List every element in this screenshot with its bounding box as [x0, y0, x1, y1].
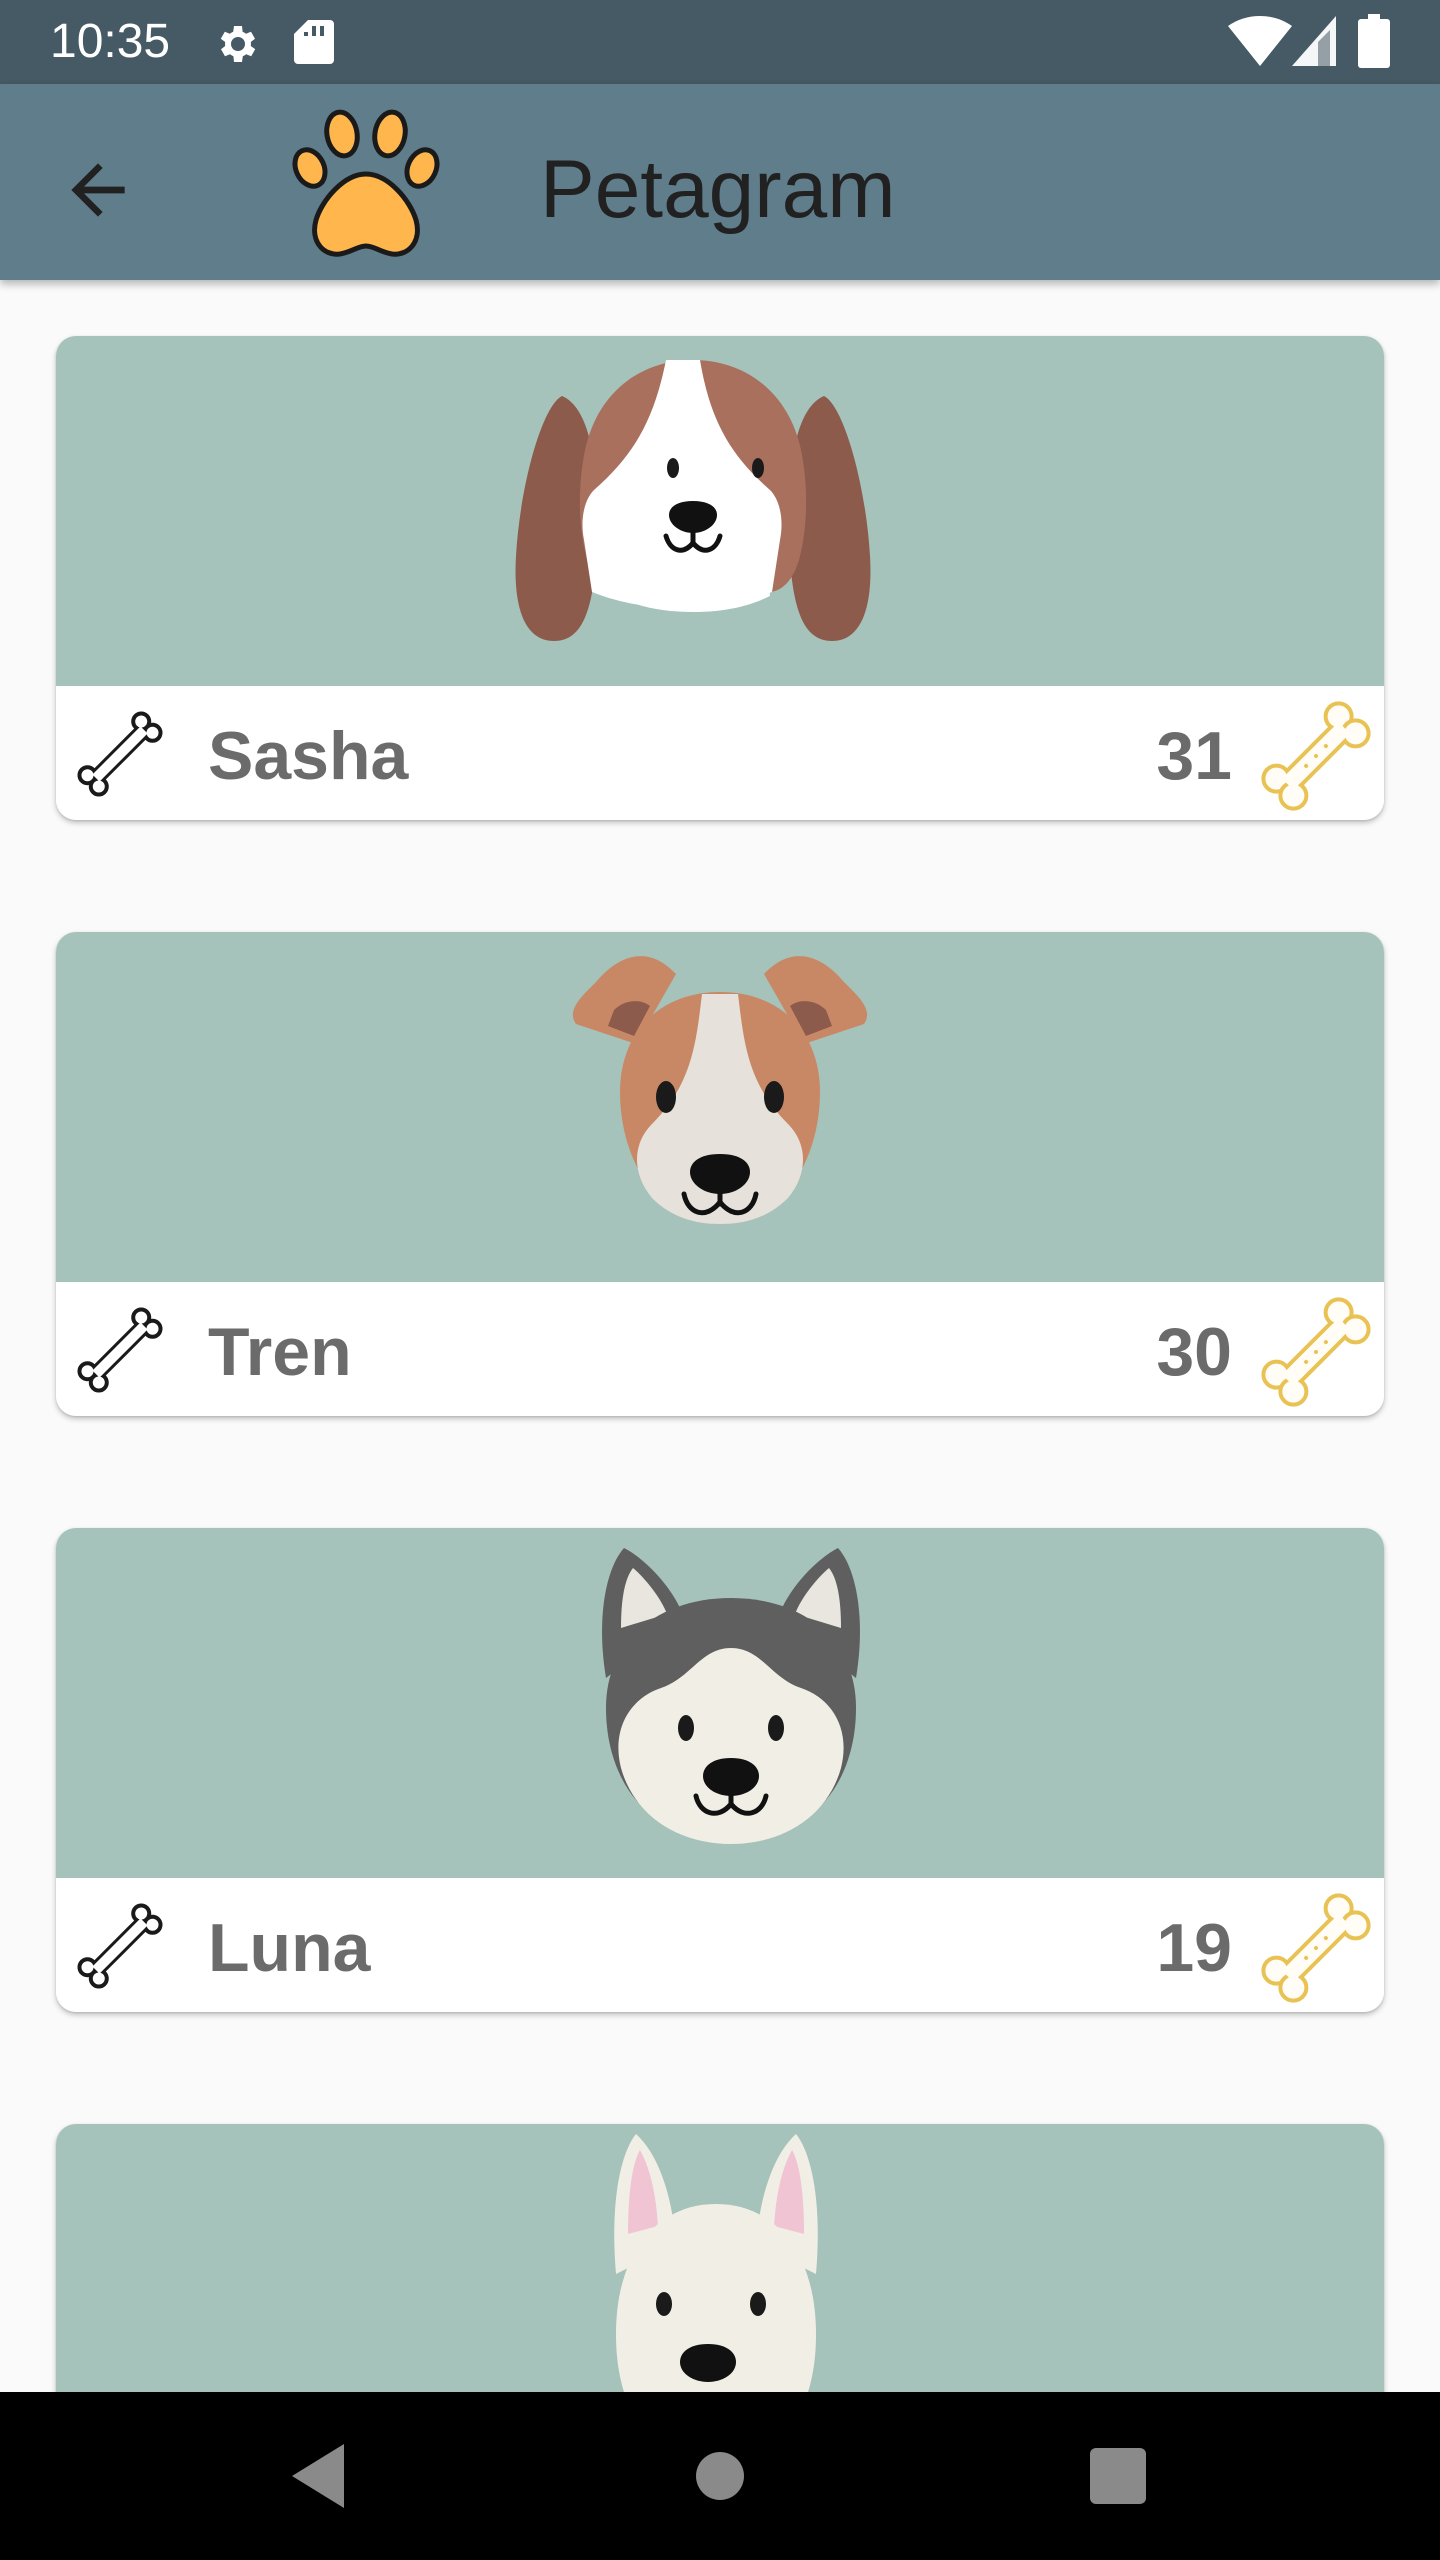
recents-square-icon[interactable]	[1078, 2436, 1158, 2516]
arrow-back-icon[interactable]	[58, 150, 138, 230]
rate-bone-button[interactable]	[70, 1300, 170, 1400]
battery-icon	[1358, 14, 1390, 68]
pet-likes-count: 31	[1156, 718, 1232, 794]
pet-image	[56, 1528, 1384, 1878]
pet-card-footer: Tren 30	[56, 1282, 1384, 1416]
pet-likes-count: 30	[1156, 1314, 1232, 1390]
pet-card-footer: Luna 19	[56, 1878, 1384, 2012]
pet-name: Sasha	[208, 718, 409, 794]
pet-name: Tren	[208, 1314, 352, 1390]
pet-image	[56, 2124, 1384, 2392]
wifi-icon	[1228, 16, 1292, 66]
bone-likes-icon	[1261, 701, 1371, 811]
sd-card-icon	[294, 20, 334, 64]
terrier-dog-icon	[572, 956, 868, 1224]
navigation-bar	[0, 2392, 1440, 2560]
back-triangle-icon[interactable]	[280, 2436, 360, 2516]
pet-likes-count: 19	[1156, 1910, 1232, 1986]
home-circle-icon[interactable]	[680, 2436, 760, 2516]
pet-list[interactable]: Sasha 31 Tren 30 Luna 19	[0, 280, 1440, 2392]
pet-card: Tren 30	[56, 932, 1384, 1416]
status-time: 10:35	[50, 15, 171, 68]
pet-name: Luna	[208, 1910, 371, 1986]
pet-card-footer: Sasha 31	[56, 686, 1384, 820]
white-dog-icon	[614, 2134, 818, 2392]
page-title: Petagram	[540, 144, 896, 235]
rate-bone-button[interactable]	[70, 704, 170, 804]
pet-card	[56, 2124, 1384, 2392]
paw-icon	[292, 109, 440, 257]
pet-image	[56, 336, 1384, 686]
bone-likes-icon	[1261, 1893, 1371, 2003]
pet-card: Sasha 31	[56, 336, 1384, 820]
cell-signal-icon	[1292, 16, 1336, 66]
pet-card: Luna 19	[56, 1528, 1384, 2012]
status-bar: 10:35	[0, 0, 1440, 84]
pet-image	[56, 932, 1384, 1282]
settings-icon	[220, 26, 256, 62]
beagle-dog-icon	[515, 360, 871, 641]
app-bar: Petagram	[0, 84, 1440, 280]
rate-bone-button[interactable]	[70, 1896, 170, 1996]
bone-likes-icon	[1261, 1297, 1371, 1407]
husky-dog-icon	[602, 1548, 860, 1844]
